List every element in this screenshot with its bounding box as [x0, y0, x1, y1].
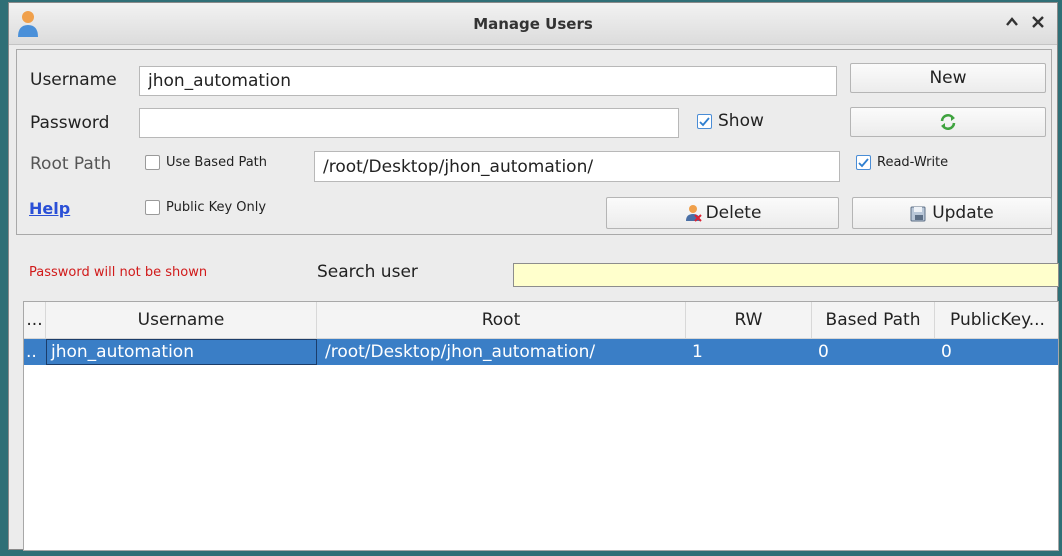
- shade-button[interactable]: [1005, 14, 1019, 33]
- search-user-input[interactable]: [513, 263, 1059, 287]
- close-icon: [1032, 16, 1044, 28]
- public-key-only-label: Public Key Only: [166, 200, 267, 215]
- help-link[interactable]: Help: [29, 199, 70, 218]
- table-header: ... Username Root RW Based Path PublicKe…: [24, 302, 1058, 339]
- show-checkbox-box[interactable]: [697, 113, 712, 129]
- cell-public-key[interactable]: 0: [937, 339, 1058, 365]
- public-key-only-checkbox[interactable]: Public Key Only: [145, 200, 266, 215]
- refresh-icon: [940, 114, 956, 130]
- manage-users-window: Manage Users Username New Password Show: [8, 2, 1059, 551]
- delete-button[interactable]: Delete: [606, 197, 839, 229]
- use-based-path-box[interactable]: [145, 155, 160, 170]
- search-user-label: Search user: [317, 262, 418, 282]
- check-icon: [858, 158, 869, 168]
- table-row[interactable]: .. jhon_automation /root/Desktop/jhon_au…: [24, 339, 1058, 365]
- save-icon: [910, 206, 926, 222]
- password-input[interactable]: [139, 108, 679, 138]
- title-bar[interactable]: Manage Users: [9, 3, 1057, 45]
- use-based-path-checkbox[interactable]: Use Based Path: [145, 155, 267, 170]
- password-warning: Password will not be shown: [29, 265, 208, 280]
- cell-index: ..: [26, 342, 37, 362]
- password-label: Password: [30, 113, 110, 133]
- show-label: Show: [718, 111, 764, 131]
- column-header-root[interactable]: Root: [317, 302, 686, 338]
- refresh-button[interactable]: [850, 107, 1046, 137]
- update-button-label: Update: [932, 203, 994, 223]
- public-key-only-box[interactable]: [145, 200, 160, 215]
- column-header-rw[interactable]: RW: [686, 302, 812, 338]
- column-header-based-path[interactable]: Based Path: [812, 302, 935, 338]
- read-write-label: Read-Write: [877, 155, 949, 170]
- read-write-box[interactable]: [856, 155, 871, 170]
- root-path-label: Root Path: [30, 154, 112, 174]
- new-button-label: New: [929, 68, 967, 88]
- column-header-public-key[interactable]: PublicKey...: [935, 302, 1058, 338]
- column-header-index[interactable]: ...: [24, 302, 46, 338]
- window-title: Manage Users: [473, 15, 593, 33]
- new-button[interactable]: New: [850, 63, 1046, 93]
- column-header-username[interactable]: Username: [46, 302, 317, 338]
- cell-root[interactable]: /root/Desktop/jhon_automation/: [321, 339, 686, 365]
- username-label: Username: [30, 70, 117, 90]
- root-path-input[interactable]: [314, 151, 840, 182]
- cell-rw[interactable]: 1: [688, 339, 812, 365]
- chevron-up-icon: [1006, 17, 1018, 26]
- close-button[interactable]: [1031, 14, 1045, 33]
- username-input[interactable]: [139, 66, 837, 96]
- read-write-checkbox[interactable]: Read-Write: [856, 155, 948, 170]
- show-password-checkbox[interactable]: Show: [697, 111, 764, 131]
- delete-user-icon: [685, 205, 702, 222]
- user-form-panel: Username New Password Show Root Path Use…: [16, 49, 1052, 235]
- use-based-path-label: Use Based Path: [166, 155, 268, 170]
- cell-username[interactable]: jhon_automation: [46, 339, 317, 365]
- users-table[interactable]: ... Username Root RW Based Path PublicKe…: [23, 301, 1059, 551]
- check-icon: [699, 116, 710, 126]
- cell-based-path[interactable]: 0: [814, 339, 935, 365]
- update-button[interactable]: Update: [852, 197, 1052, 229]
- delete-button-label: Delete: [705, 203, 762, 223]
